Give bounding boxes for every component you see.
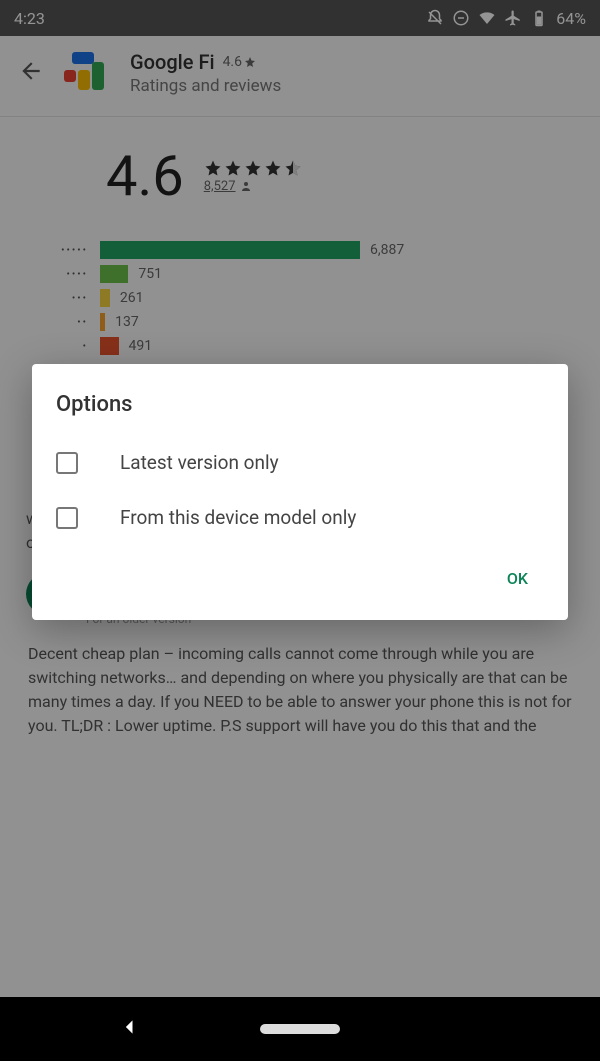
- checkbox-icon[interactable]: [56, 507, 78, 529]
- dialog-title: Options: [32, 392, 568, 435]
- nav-back-button[interactable]: [120, 1017, 140, 1041]
- nav-home-pill[interactable]: [260, 1024, 340, 1034]
- option-latest-version[interactable]: Latest version only: [32, 435, 568, 490]
- ok-button[interactable]: OK: [495, 561, 540, 596]
- system-nav-bar: [0, 997, 600, 1061]
- option-label: Latest version only: [120, 451, 279, 474]
- option-device-model[interactable]: From this device model only: [32, 490, 568, 545]
- options-dialog: Options Latest version only From this de…: [32, 364, 568, 620]
- option-label: From this device model only: [120, 506, 356, 529]
- checkbox-icon[interactable]: [56, 452, 78, 474]
